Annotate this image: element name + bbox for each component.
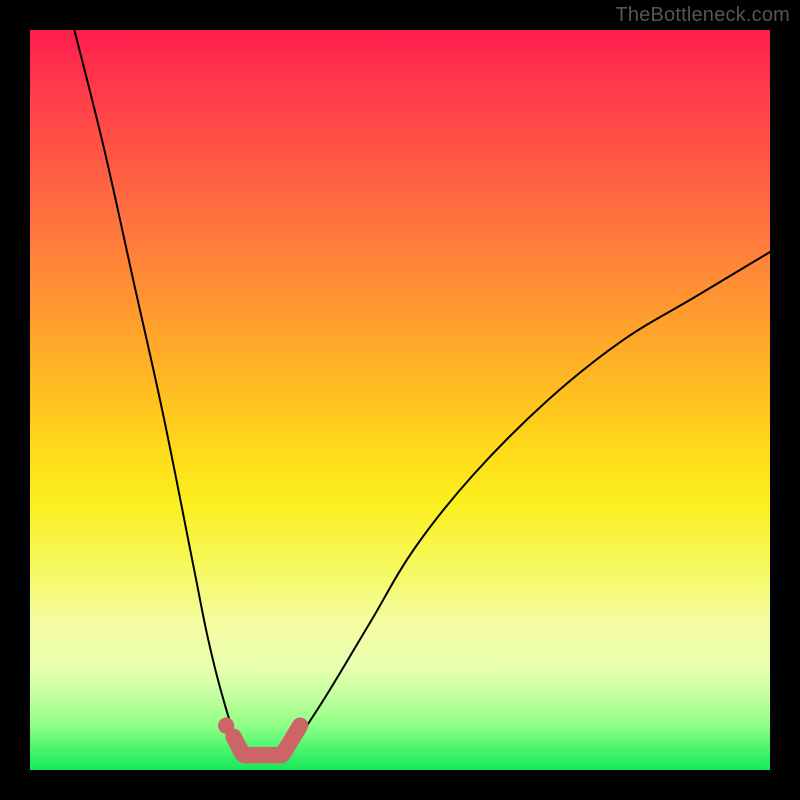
highlight-markers: [30, 30, 770, 770]
chart-frame: TheBottleneck.com: [0, 0, 800, 800]
watermark-text: TheBottleneck.com: [615, 4, 790, 27]
marker-segment: [283, 726, 300, 754]
plot-area: [30, 30, 770, 770]
